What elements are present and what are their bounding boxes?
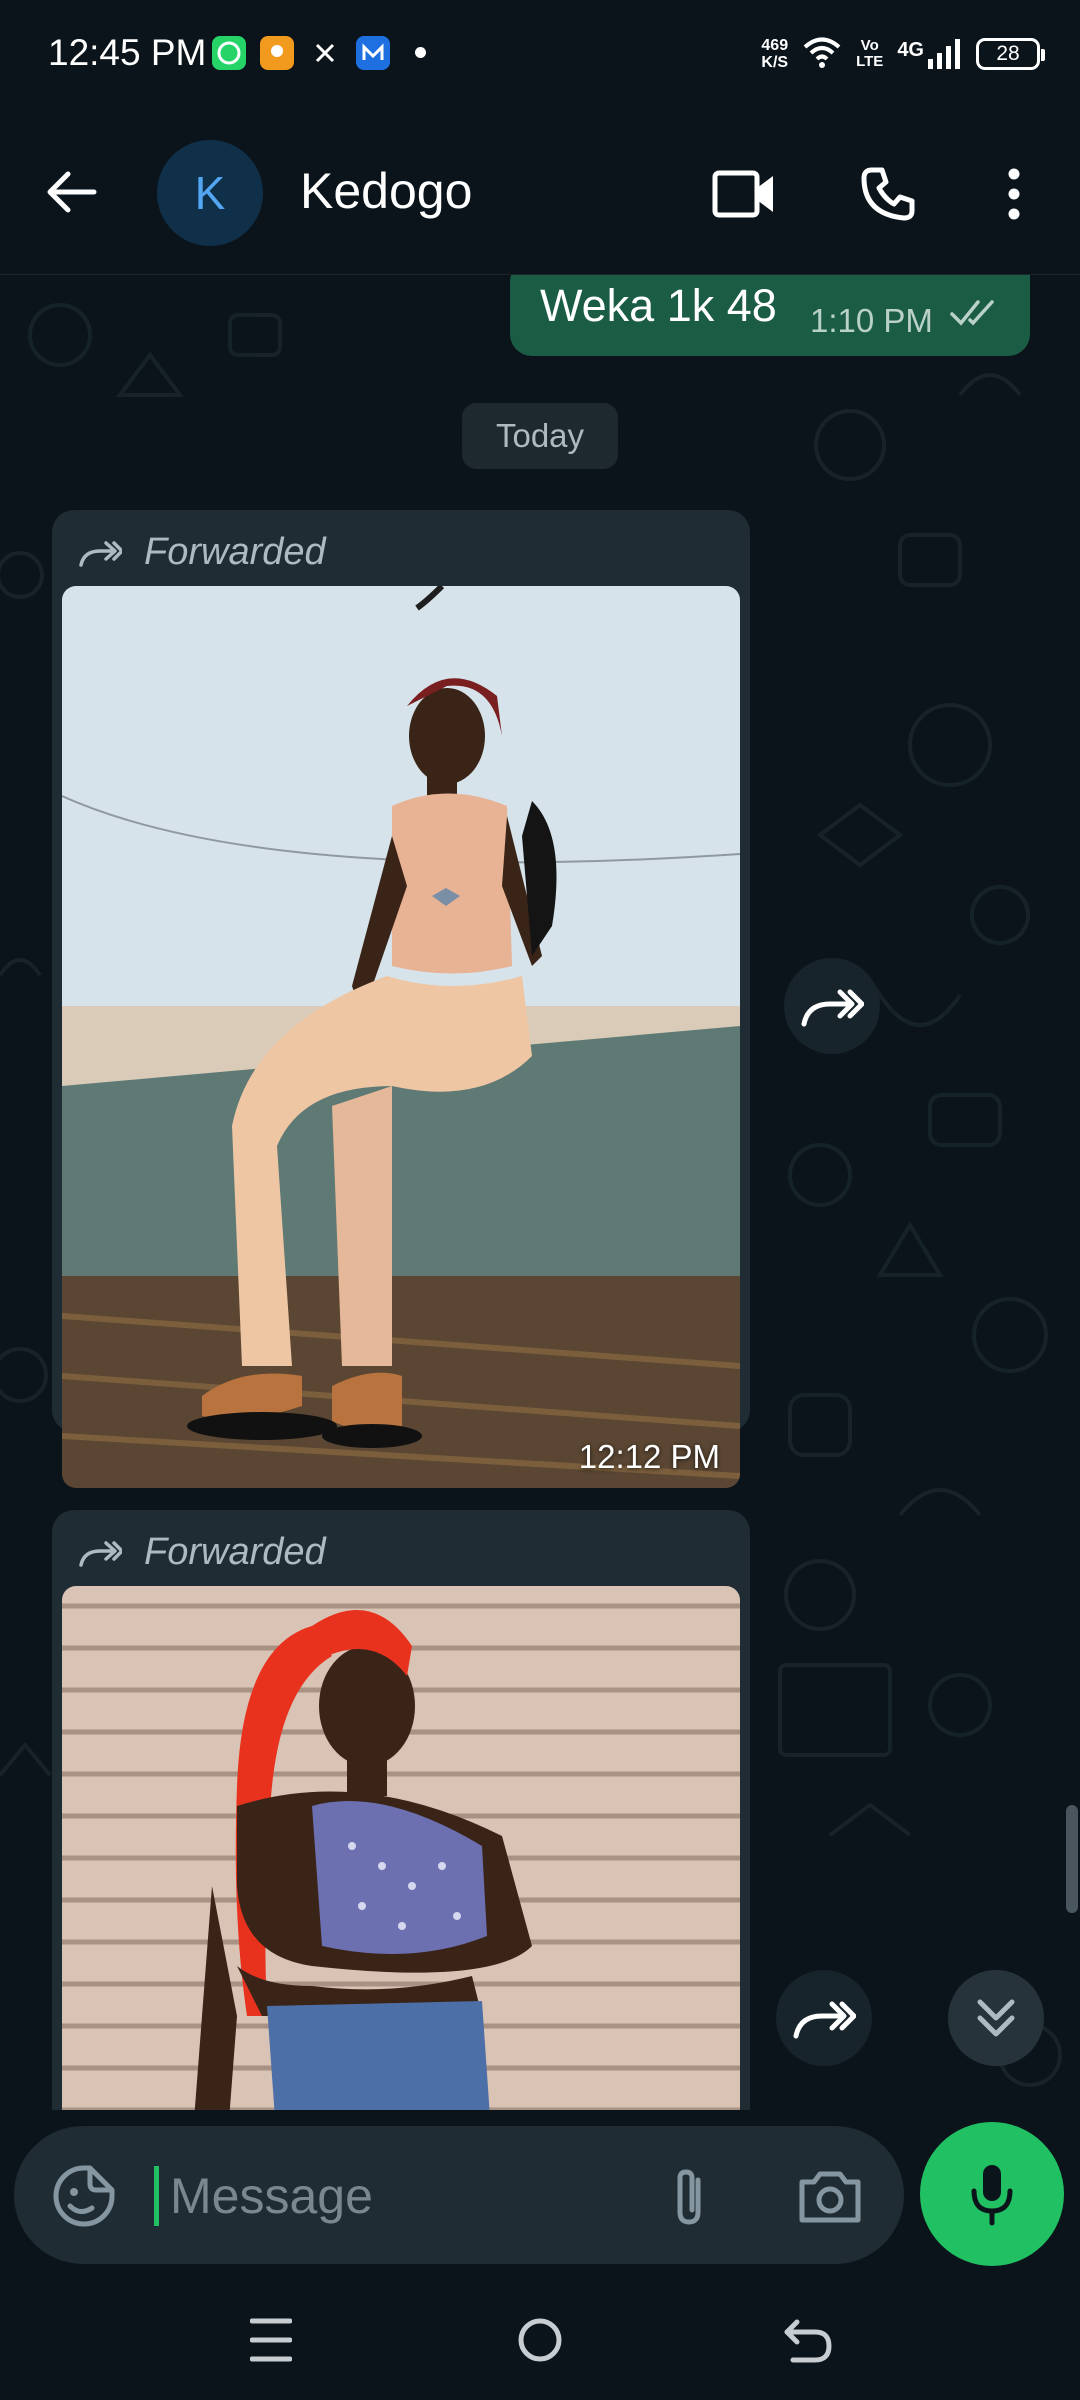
voice-call-icon[interactable] xyxy=(850,156,926,232)
image-time: 12:12 PM xyxy=(578,1438,720,1475)
signal-icon: 4G xyxy=(897,39,962,69)
camera-icon[interactable] xyxy=(794,2162,866,2232)
chat-area[interactable]: Weka 1k 48 1:10 PM Today Forwarded 12:12… xyxy=(0,275,1080,2110)
forwarded-label: Forwarded xyxy=(144,1530,326,1573)
menu-icon[interactable] xyxy=(236,2310,306,2370)
avatar-initial: K xyxy=(194,167,226,219)
avatar[interactable]: K xyxy=(157,140,263,246)
forward-icon xyxy=(79,541,122,567)
share-button[interactable] xyxy=(784,958,880,1054)
status-time: 12:45 PM xyxy=(48,32,207,73)
status-indicators: 469 K/S Vo LTE 4G 28 xyxy=(761,30,1045,78)
back-arrow-icon[interactable] xyxy=(40,160,104,224)
image-message[interactable]: Forwarded xyxy=(52,510,750,1488)
forwarded-header: Forwarded xyxy=(78,1522,326,1582)
message-text: Weka 1k 48 xyxy=(540,280,777,331)
back-icon[interactable] xyxy=(773,2310,843,2370)
system-nav-bar xyxy=(0,2280,1080,2400)
x-icon xyxy=(308,36,342,70)
share-icon xyxy=(793,2001,856,2039)
scroll-to-bottom-button[interactable] xyxy=(948,1970,1044,2066)
attach-icon[interactable] xyxy=(654,2162,724,2232)
network-speed: 469 K/S xyxy=(761,37,789,71)
chevron-double-down-icon xyxy=(977,1999,1015,2037)
text-caret xyxy=(154,2166,159,2226)
sticker-icon[interactable] xyxy=(48,2160,120,2232)
battery-icon: 28 xyxy=(976,38,1045,70)
photo[interactable] xyxy=(62,1586,740,2110)
outgoing-message[interactable]: Weka 1k 48 1:10 PM xyxy=(510,275,1030,356)
share-icon xyxy=(801,989,864,1027)
notification-dot xyxy=(415,47,426,58)
forward-icon xyxy=(79,1541,122,1567)
message-composer xyxy=(0,2110,1080,2280)
wifi-icon xyxy=(802,35,842,74)
photo[interactable]: 12:12 PM xyxy=(62,586,740,1488)
mic-button[interactable] xyxy=(920,2122,1064,2266)
blue-app-icon xyxy=(356,36,390,70)
status-bar: 12:45 PM 469 K/S Vo LTE 4G 28 xyxy=(0,0,1080,110)
whatsapp-icon xyxy=(212,36,246,70)
double-check-icon xyxy=(950,298,1004,333)
message-time: 1:10 PM xyxy=(810,302,933,339)
forwarded-header: Forwarded xyxy=(78,522,326,582)
message-input[interactable] xyxy=(170,2164,650,2228)
message-input-container[interactable] xyxy=(14,2126,904,2264)
contact-name[interactable]: Kedogo xyxy=(300,162,472,220)
home-icon[interactable] xyxy=(505,2310,575,2370)
orange-app-icon xyxy=(260,36,294,70)
date-separator: Today xyxy=(462,403,618,469)
chat-header: K Kedogo xyxy=(0,110,1080,275)
video-call-icon[interactable] xyxy=(706,156,782,232)
more-options-icon[interactable] xyxy=(976,156,1052,232)
scrollbar[interactable] xyxy=(1066,1805,1078,1913)
mic-icon xyxy=(971,2165,1013,2226)
forwarded-label: Forwarded xyxy=(144,530,326,573)
image-message[interactable]: Forwarded xyxy=(52,1510,750,2110)
share-button[interactable] xyxy=(776,1970,872,2066)
volte-indicator: Vo LTE xyxy=(856,37,884,70)
